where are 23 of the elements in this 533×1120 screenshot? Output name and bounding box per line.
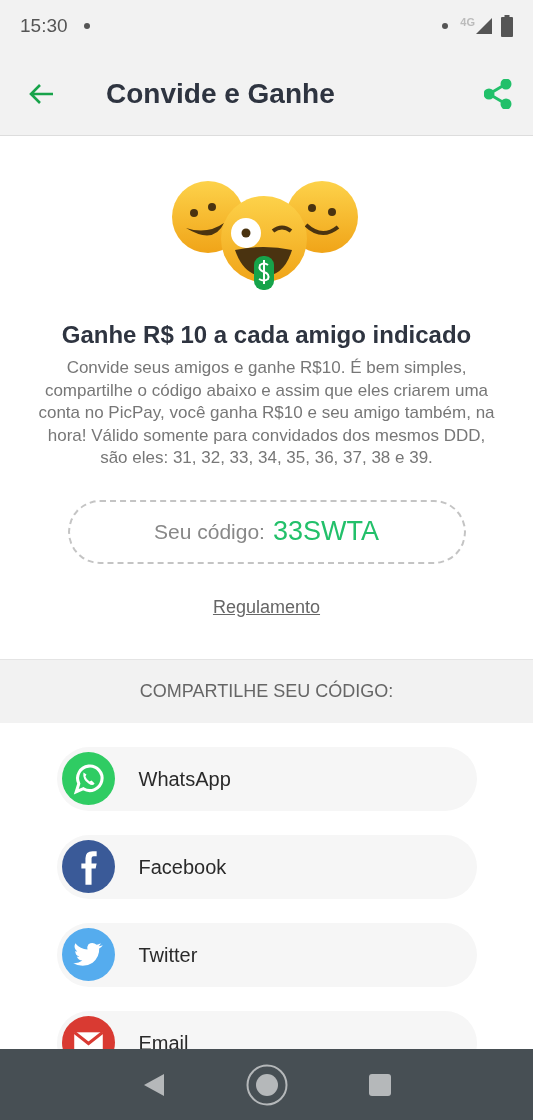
share-option[interactable]: Facebook [56, 834, 477, 899]
home-circle-icon [245, 1063, 288, 1106]
invite-code: 33SWTA [272, 515, 379, 549]
invite-title: Ganhe R$ 10 a cada amigo indicado [61, 320, 472, 350]
invite-description: Convide seus amigos e ganhe R$10. É bem simples, compartilhe o código abaixo e assim que eles criarem uma conta no PicPay, você ganha R$10 e seu amigo também, na hora! Válido somente para convidados dos mesmos DDD, são eles: 31, 32, 33, 34, 35, 36, 37, 38 e 39. [37, 357, 496, 469]
bird-icon [61, 928, 115, 981]
square-icon [367, 1072, 392, 1097]
status-time: 15:30 [20, 13, 68, 38]
rules-link[interactable]: Regulamento [212, 593, 321, 621]
share-icon [484, 78, 512, 109]
share-heading: COMPARTILHE SEU CÓDIGO: [139, 679, 394, 703]
battery-icon [501, 15, 513, 37]
share-option[interactable]: Email [56, 1010, 477, 1049]
back-triangle-icon [142, 1072, 165, 1097]
share-option[interactable]: WhatsApp [56, 746, 477, 811]
screen-title: Convide e Ganhe [106, 76, 336, 111]
code-label: Seu código: [154, 518, 265, 545]
share-option[interactable]: Twitter [56, 922, 477, 987]
signal-icon [475, 17, 493, 35]
facebook-icon [61, 840, 115, 893]
home-nav-button[interactable] [245, 1063, 288, 1106]
back-arrow-icon [28, 81, 54, 106]
whatsapp-icon [61, 752, 115, 805]
